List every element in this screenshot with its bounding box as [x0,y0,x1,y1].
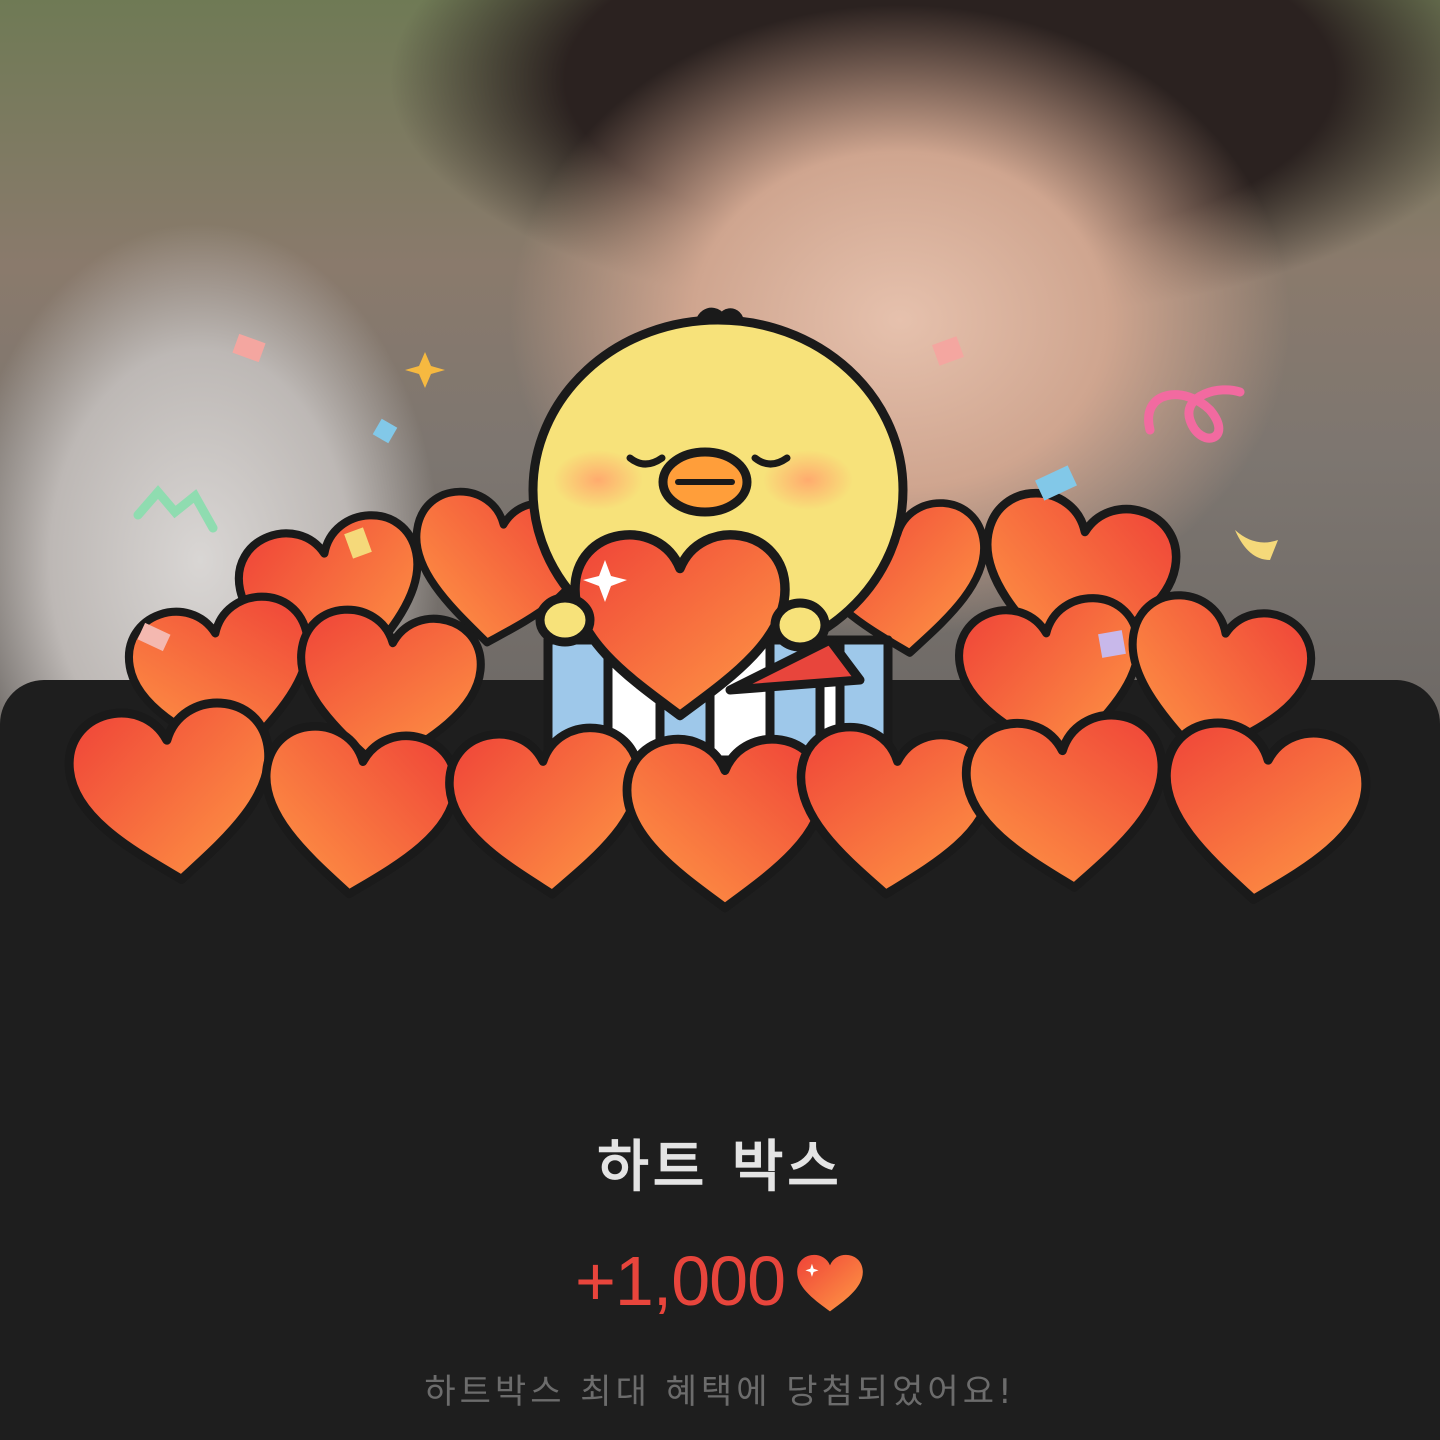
dialog-message: 하트박스 최대 혜택에 당첨되었어요! [424,1372,1016,1412]
reward-amount: +1,000 [574,1242,786,1320]
heart-box-illustration [0,307,1440,940]
reward-row: +1,000 [0,1236,1440,1326]
heart-icon [797,1254,863,1312]
dialog-title: 하트 박스 [597,1135,843,1200]
